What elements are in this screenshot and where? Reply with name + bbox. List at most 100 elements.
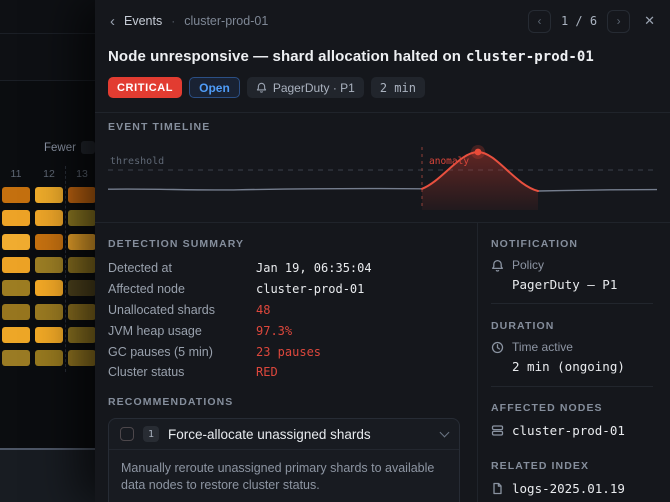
heatmap-column-label: 13 (76, 168, 88, 180)
affected-node-value[interactable]: cluster-prod-01 (512, 423, 625, 438)
detection-row-label: Affected node (108, 282, 185, 297)
heatmap-cell[interactable] (35, 326, 63, 343)
heatmap-cell[interactable] (68, 280, 96, 297)
detection-row: JVM heap usage 97.3% (108, 320, 460, 341)
clock-icon (491, 341, 504, 354)
heatmap-cell[interactable] (68, 326, 96, 343)
notification-badge-label: PagerDuty · P1 (272, 80, 355, 95)
heatmap-cursor-dashed-line (65, 166, 66, 372)
heatmap-cell[interactable] (2, 233, 30, 250)
related-index-row: logs-2025.01.19 (491, 480, 653, 496)
recommendation-description: Manually reroute unassigned primary shar… (121, 461, 435, 492)
heatmap-column-label: 11 (10, 168, 22, 180)
related-index-value[interactable]: logs-2025.01.19 (512, 481, 625, 496)
recommendations-section-label: RECOMMENDATIONS (108, 396, 234, 408)
recommendation-header[interactable]: 1 Force-allocate unassigned shards (109, 419, 459, 450)
detection-row-label: Cluster status (108, 365, 185, 380)
divider (491, 303, 653, 304)
heatmap-cell[interactable] (2, 187, 30, 203)
detection-row-label: GC pauses (5 min) (108, 344, 213, 359)
policy-label: Policy (512, 258, 545, 272)
heatmap-cell[interactable] (68, 350, 96, 367)
metric-baseline-right (537, 188, 657, 192)
heatmap-column-label: 12 (43, 168, 55, 180)
detection-row: GC pauses (5 min) 23 pauses (108, 341, 460, 362)
metric-baseline-left (108, 187, 423, 191)
recommendation-card: 1 Force-allocate unassigned shards Manua… (108, 418, 460, 502)
policy-value: PagerDuty — P1 (512, 277, 618, 292)
close-icon[interactable]: ✕ (644, 13, 655, 29)
time-active-value: 2 min (ongoing) (512, 359, 625, 374)
detection-row-value: 97.3% (256, 323, 293, 338)
detection-summary-table: Detected at Jan 19, 06:35:04 Affected node… (108, 258, 460, 383)
heatmap-cell[interactable] (35, 256, 63, 273)
prev-event-button[interactable]: ‹ (527, 9, 551, 33)
event-detail-panel: ‹ Events · cluster-prod-01 ‹ 1 / 6 › ✕ N… (95, 0, 670, 502)
heatmap-cell[interactable] (2, 303, 30, 320)
related-index-section-label: RELATED INDEX (491, 460, 590, 472)
event-title-text: Node unresponsive — shard allocation hal… (108, 48, 461, 65)
event-title-cluster-code: cluster-prod-01 (466, 49, 594, 65)
heatmap-cell[interactable] (2, 210, 30, 227)
divider (95, 112, 670, 113)
detection-row-value: 48 (256, 302, 271, 317)
heatmap-cell[interactable] (2, 326, 30, 343)
heatmap-cell[interactable] (35, 210, 63, 227)
age-badge: 2 min (370, 77, 425, 98)
detection-row-label: Unallocated shards (108, 302, 216, 317)
heatmap-cell[interactable] (68, 303, 96, 320)
panel-header: ‹ Events · cluster-prod-01 ‹ 1 / 6 › ✕ (95, 0, 670, 42)
severity-badge: CRITICAL (108, 77, 183, 98)
heatmap-cell[interactable] (35, 233, 63, 250)
heatmap-cell[interactable] (68, 210, 96, 227)
detection-row: Affected node cluster-prod-01 (108, 279, 460, 300)
recommendation-index-badge: 1 (143, 426, 159, 442)
event-title: Node unresponsive — shard allocation hal… (108, 48, 656, 65)
document-icon (491, 482, 504, 495)
heatmap-cell[interactable] (35, 303, 63, 320)
status-badge[interactable]: Open (189, 77, 240, 98)
heatmap-cell[interactable] (68, 256, 96, 273)
next-event-button[interactable]: › (607, 9, 631, 33)
server-icon (491, 424, 504, 437)
detection-section-label: DETECTION SUMMARY (108, 238, 245, 250)
bell-icon (256, 82, 267, 93)
heatmap-cell[interactable] (35, 280, 63, 297)
chevron-down-icon[interactable] (439, 427, 450, 437)
detection-row-value: 23 pauses (256, 344, 322, 359)
heatmap-cell[interactable] (35, 350, 63, 367)
detection-row-value: RED (256, 365, 278, 380)
anomaly-label: anomaly (429, 156, 469, 167)
heatmap-cell[interactable] (2, 256, 30, 273)
heatmap-cell[interactable] (2, 280, 30, 297)
affected-nodes-section-label: AFFECTED NODES (491, 402, 603, 414)
anomaly-peak-dot (474, 148, 482, 156)
breadcrumb-events[interactable]: Events (124, 14, 162, 28)
pagination-position: 1 / 6 (560, 14, 598, 28)
screen: Fewer 11 12 13 ‹ Events · cluster-prod-0… (0, 0, 670, 502)
breadcrumb-separator: · (171, 14, 176, 28)
time-active-row: Time active (491, 339, 653, 355)
recommendation-checkbox[interactable] (120, 427, 134, 441)
detail-sidebar: NOTIFICATION Policy PagerDuty — P1 DURAT… (491, 238, 653, 496)
heatmap-legend-label: Fewer (44, 142, 76, 154)
detection-row-label: Detected at (108, 261, 172, 276)
detection-row-value: cluster-prod-01 (256, 282, 365, 297)
detection-row: Unallocated shards 48 (108, 300, 460, 321)
breadcrumb: ‹ Events · cluster-prod-01 (110, 14, 268, 29)
policy-row: Policy (491, 257, 653, 273)
notification-badge[interactable]: PagerDuty · P1 (246, 77, 364, 98)
heatmap-cell[interactable] (2, 350, 30, 367)
heatmap-cell[interactable] (35, 187, 63, 203)
bell-icon (491, 259, 504, 272)
notification-section-label: NOTIFICATION (491, 238, 579, 250)
timeline-section-label: EVENT TIMELINE (108, 121, 211, 133)
sidebar-divider (477, 222, 478, 502)
breadcrumb-context: cluster-prod-01 (184, 14, 269, 28)
heatmap-cell[interactable] (68, 187, 96, 203)
heatmap-cell[interactable] (68, 233, 96, 250)
divider (95, 222, 670, 223)
duration-section-label: DURATION (491, 320, 555, 332)
back-chevron-icon[interactable]: ‹ (110, 14, 115, 29)
heatmap-legend-swatch (81, 141, 95, 154)
